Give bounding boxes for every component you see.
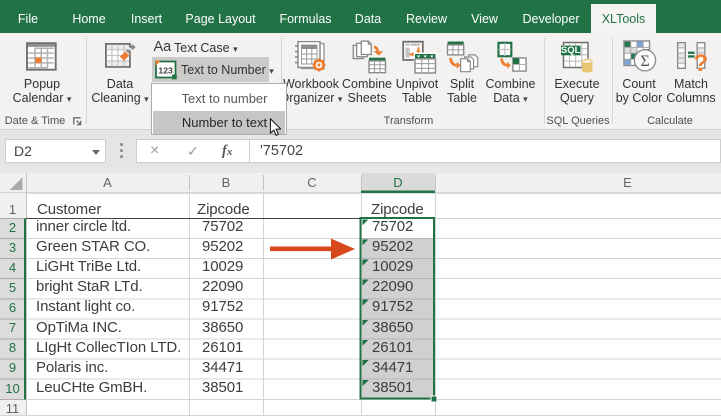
svg-text:123: 123 [158,65,173,75]
svg-text:SQL: SQL [561,45,581,56]
svg-text:?: ? [693,50,707,73]
svg-text:Σ: Σ [640,53,649,70]
